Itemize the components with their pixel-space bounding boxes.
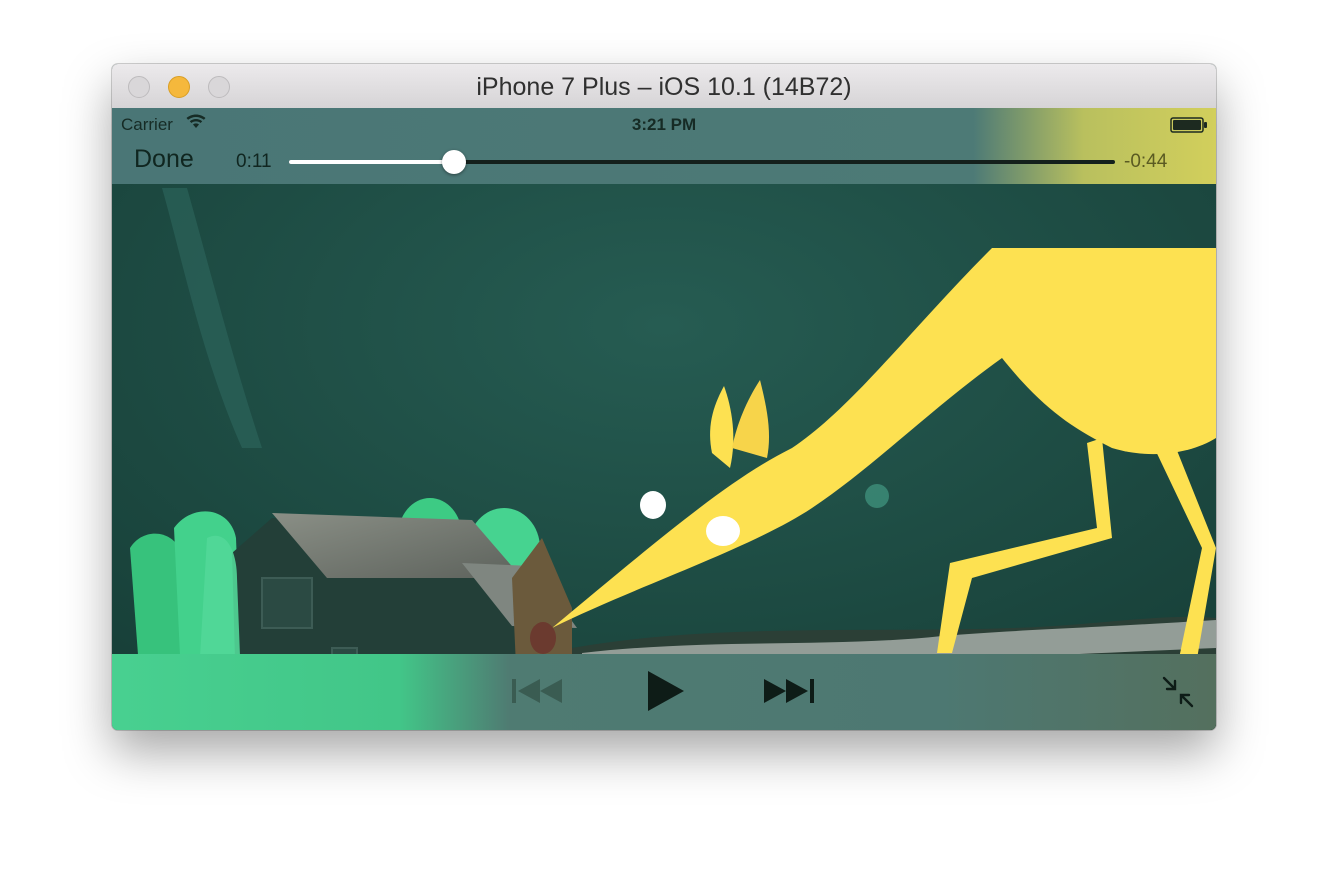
skip-back-icon[interactable]: [510, 676, 564, 706]
scrubber-thumb[interactable]: [442, 150, 467, 174]
playback-controls: [112, 654, 1216, 730]
skip-forward-icon[interactable]: [762, 676, 816, 706]
elapsed-time: 0:11: [236, 151, 272, 172]
status-time: 3:21 PM: [631, 115, 697, 134]
simulator-window: iPhone 7 Plus – iOS 10.1 (14B72) Carrier…: [112, 64, 1216, 730]
done-button[interactable]: Done: [134, 145, 194, 174]
remaining-time: -0:44: [1124, 151, 1168, 172]
scrubber-track[interactable]: [289, 150, 1115, 174]
play-icon[interactable]: [646, 670, 686, 712]
title-bar: iPhone 7 Plus – iOS 10.1 (14B72): [112, 64, 1216, 109]
device-screen: Carrier 3:21 PM Done 0:11 -0:44: [112, 108, 1216, 730]
window-title: iPhone 7 Plus – iOS 10.1 (14B72): [476, 73, 852, 101]
video-frame[interactable]: [112, 108, 1216, 730]
scrubber-progress: [289, 160, 455, 164]
playback-top-bar: Done 0:11 -0:44: [112, 140, 1216, 184]
battery-icon: [1170, 117, 1207, 133]
status-bar: Carrier 3:21 PM: [112, 108, 1216, 140]
exit-fullscreen-icon[interactable]: [1162, 676, 1194, 708]
